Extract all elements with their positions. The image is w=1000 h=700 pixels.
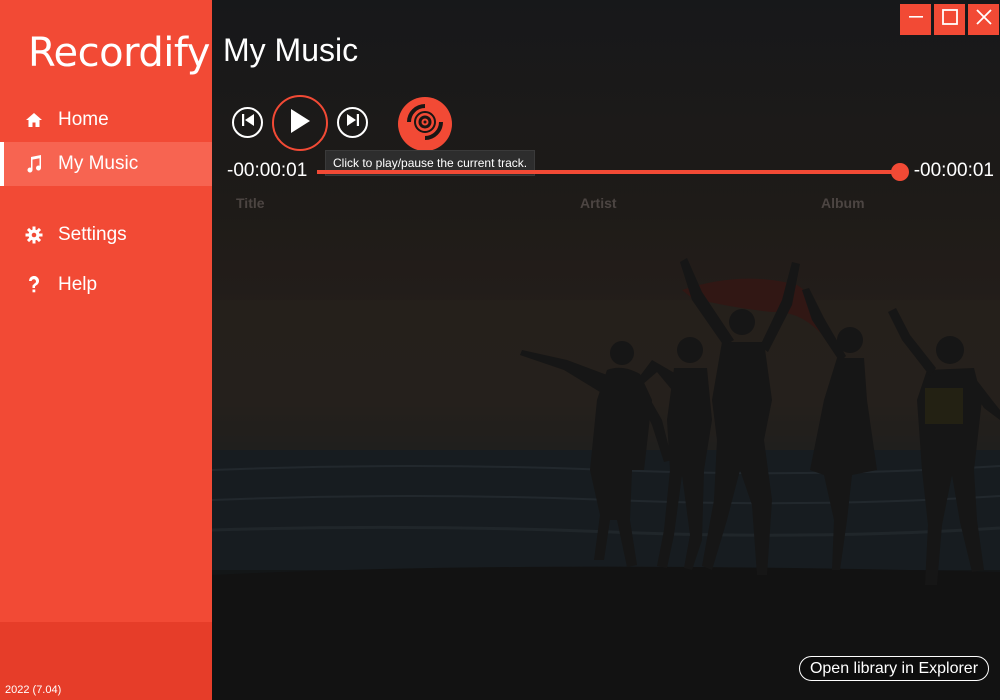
open-library-button[interactable]: Open library in Explorer (799, 656, 989, 681)
progress-thumb[interactable] (891, 163, 909, 181)
sidebar-item-home[interactable]: Home (0, 98, 212, 142)
play-pause-button[interactable] (272, 95, 328, 151)
skip-previous-icon (241, 113, 255, 132)
sidebar-item-label: Settings (58, 224, 127, 245)
maximize-icon (941, 9, 958, 30)
sidebar-nav: Home My Music Settings Help (0, 98, 212, 310)
sidebar: Recordify Home My Music Settings Help 20… (0, 0, 212, 700)
version-label: 2022 (7.04) (5, 684, 62, 696)
record-button[interactable] (398, 97, 452, 151)
page-title: My Music (223, 32, 359, 68)
sidebar-item-label: My Music (58, 153, 139, 174)
next-track-button[interactable] (337, 107, 368, 138)
sidebar-item-settings[interactable]: Settings (0, 210, 212, 260)
sidebar-item-my-music[interactable]: My Music (0, 142, 212, 186)
minimize-button[interactable] (900, 4, 931, 35)
close-icon (975, 9, 992, 30)
progress-bar[interactable] (317, 170, 902, 174)
sidebar-item-label: Help (58, 274, 98, 295)
column-header-title[interactable]: Title (236, 195, 265, 211)
minimize-icon (908, 10, 923, 29)
maximize-button[interactable] (934, 4, 965, 35)
vinyl-disc-icon (405, 102, 445, 147)
column-header-album[interactable]: Album (821, 195, 865, 211)
close-button[interactable] (968, 4, 999, 35)
skip-next-icon (346, 113, 360, 132)
background-beach-image (212, 0, 1000, 700)
remaining-time: -00:00:01 (913, 160, 994, 181)
music-note-icon (25, 155, 43, 173)
gear-icon (25, 226, 43, 244)
sidebar-item-label: Home (58, 109, 109, 130)
main-panel: My Music Click to play/pause the current (212, 0, 1000, 700)
sidebar-item-help[interactable]: Help (0, 260, 212, 310)
previous-track-button[interactable] (232, 107, 263, 138)
elapsed-time: -00:00:01 (227, 160, 308, 181)
question-icon (25, 276, 43, 294)
play-icon (288, 108, 312, 139)
app-logo: Recordify (28, 30, 210, 76)
column-header-artist[interactable]: Artist (580, 195, 617, 211)
home-icon (25, 111, 43, 129)
